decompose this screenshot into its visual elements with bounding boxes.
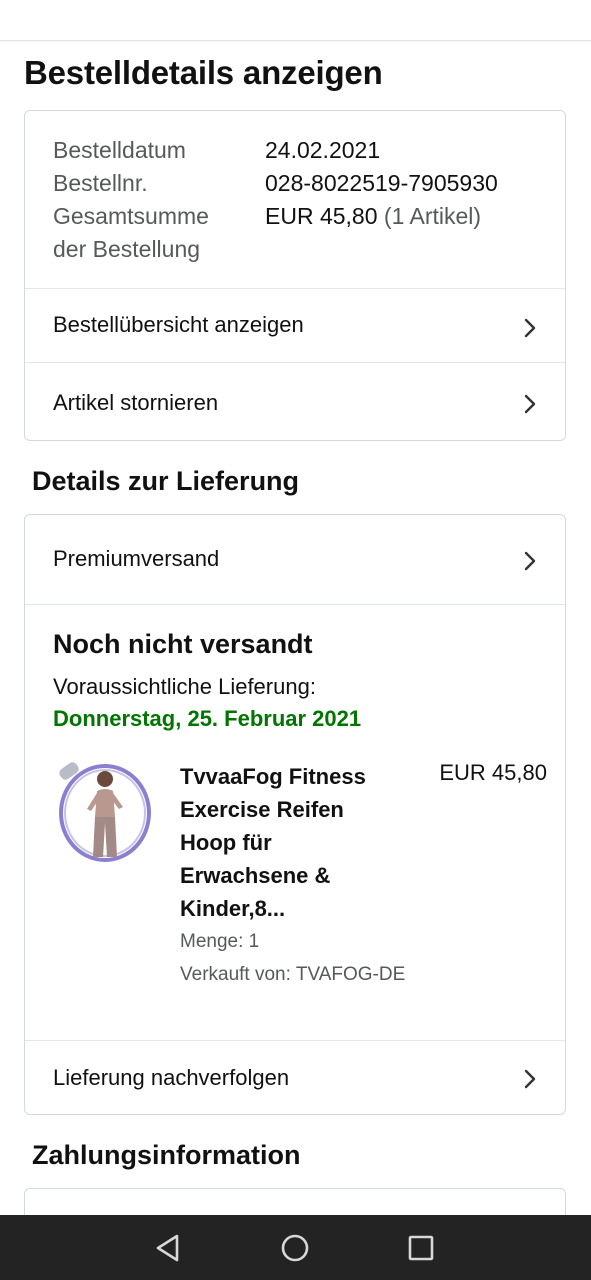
chevron-right-icon: [523, 1069, 537, 1089]
eta-label: Voraussichtliche Lieferung:: [53, 674, 316, 699]
product-image[interactable]: [53, 757, 153, 865]
shipping-method-row[interactable]: Premiumversand: [25, 515, 565, 605]
product-title-line: TvvaaFog Fitness: [180, 764, 366, 789]
product-price: EUR 45,80: [439, 760, 547, 785]
order-date-label: Bestelldatum: [53, 137, 186, 163]
back-triangle-icon[interactable]: [152, 1231, 186, 1265]
order-total-label-line1: Gesamtsumme: [53, 203, 209, 229]
order-total-value-wrap: EUR 45,80 (1 Artikel): [265, 200, 481, 233]
order-date-value: 24.02.2021: [265, 137, 381, 163]
order-number-label: Bestellnr.: [53, 170, 148, 196]
track-delivery-label: Lieferung nachverfolgen: [53, 1065, 290, 1090]
payment-section-title: Zahlungsinformation: [32, 1140, 301, 1170]
order-summary-card: Bestelldatum 24.02.2021 Bestellnr. 028-8…: [24, 110, 566, 441]
product-title-line: Kinder,8...: [180, 896, 286, 921]
chevron-right-icon: [523, 394, 537, 414]
delivery-section-title: Details zur Lieferung: [32, 466, 300, 496]
recents-square-icon[interactable]: [404, 1231, 438, 1265]
product-title[interactable]: TvvaaFog Fitness Exercise Reifen Hoop fü…: [180, 760, 410, 925]
chevron-right-icon: [523, 551, 537, 571]
eta-date: Donnerstag, 25. Februar 2021: [53, 706, 362, 731]
order-total-label-line2: der Bestellung: [53, 236, 201, 262]
product-seller: Verkauft von: TVAFOG-DE: [180, 964, 406, 985]
product-title-line: Exercise Reifen: [180, 797, 344, 822]
delivery-card: Premiumversand Noch nicht versandt Vorau…: [24, 514, 566, 1115]
home-circle-icon[interactable]: [278, 1231, 312, 1265]
shipping-method-label: Premiumversand: [53, 546, 220, 571]
order-details-screen: Bestelldetails anzeigen Bestelldatum 24.…: [0, 0, 591, 1280]
cancel-items-label: Artikel stornieren: [53, 390, 219, 415]
view-order-summary-label: Bestellübersicht anzeigen: [53, 312, 304, 337]
order-total-value: EUR 45,80: [265, 203, 378, 229]
product-title-line: Erwachsene &: [180, 863, 331, 888]
chevron-right-icon: [523, 318, 537, 338]
order-item-count: (1 Artikel): [383, 203, 482, 229]
shipment-status: Noch nicht versandt: [53, 629, 313, 659]
product-quantity: Menge: 1: [180, 931, 260, 952]
cancel-items-row[interactable]: Artikel stornieren: [25, 364, 565, 440]
top-app-bar: [0, 0, 591, 41]
product-title-line: Hoop für: [180, 830, 272, 855]
order-info-block: Bestelldatum 24.02.2021 Bestellnr. 028-8…: [25, 111, 565, 289]
track-delivery-row[interactable]: Lieferung nachverfolgen: [25, 1040, 565, 1114]
page-title: Bestelldetails anzeigen: [24, 54, 383, 91]
system-navigation-bar: [0, 1215, 591, 1280]
view-order-summary-row[interactable]: Bestellübersicht anzeigen: [25, 288, 565, 363]
order-number-value: 028-8022519-7905930: [265, 170, 498, 196]
